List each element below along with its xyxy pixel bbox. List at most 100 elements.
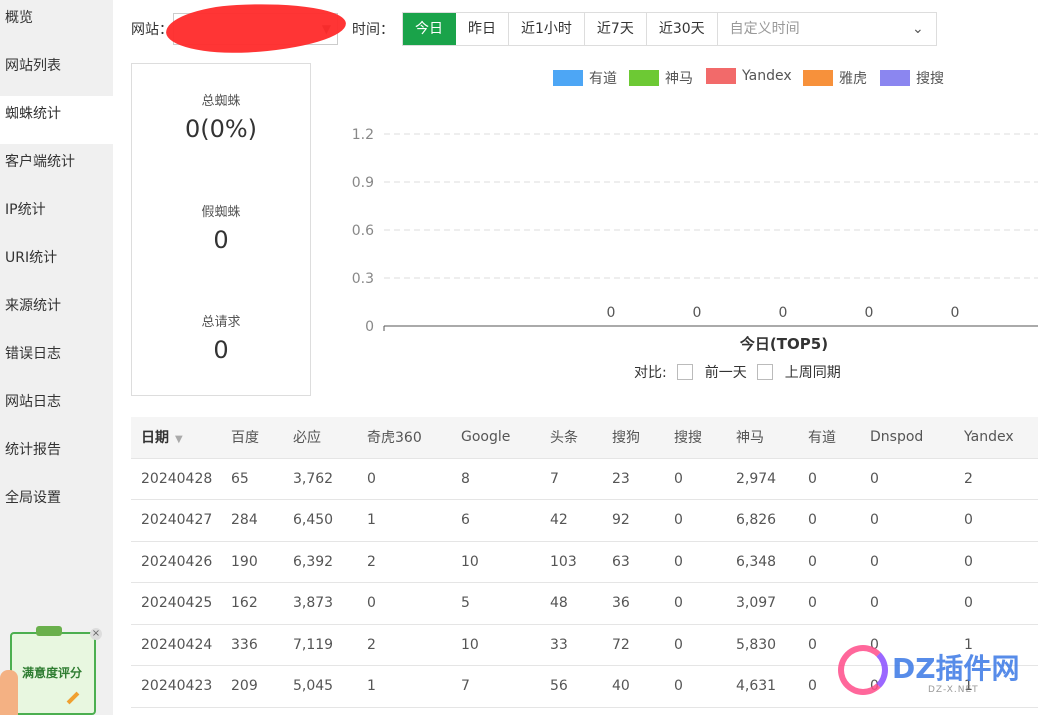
count-cell: 0 xyxy=(798,541,860,583)
count-cell: 190 xyxy=(221,541,283,583)
table-header-row: 日期 ▼ 百度 必应 奇虎360 Google 头条 搜狗 搜搜 神马 有道 Dn… xyxy=(131,417,1038,459)
x-axis-label: 今日(TOP5) xyxy=(739,335,828,353)
sidebar-item-uri-stats[interactable]: URI统计 xyxy=(0,240,113,288)
count-cell: 72 xyxy=(602,624,664,666)
count-cell: 2 xyxy=(954,458,1038,500)
sidebar-item-site-list[interactable]: 网站列表 xyxy=(0,48,113,96)
count-cell: 0 xyxy=(357,582,451,625)
compare-label: 对比: xyxy=(634,365,667,381)
count-cell: 0 xyxy=(860,582,954,625)
count-cell: 3,097 xyxy=(726,582,798,625)
count-cell: 103 xyxy=(540,541,602,583)
compare-prev-day-label: 前一天 xyxy=(704,365,747,381)
total-spider-value: 0(0%) xyxy=(184,115,258,143)
compare-last-week-checkbox[interactable] xyxy=(756,364,773,380)
total-request-block: 总请求 0 xyxy=(132,311,310,364)
time-label: 时间： xyxy=(352,22,394,38)
column-header[interactable]: Dnspod xyxy=(860,417,954,459)
column-header[interactable]: Google xyxy=(451,417,540,459)
column-header[interactable]: Yandex xyxy=(954,417,1038,459)
column-header[interactable]: 奇虎360 xyxy=(357,417,451,459)
count-cell: 0 xyxy=(798,499,860,542)
sidebar-item-global-settings[interactable]: 全局设置 xyxy=(0,480,113,528)
count-cell: 6 xyxy=(451,499,540,542)
column-header[interactable]: 必应 xyxy=(283,417,357,459)
compare-prev-day-checkbox[interactable] xyxy=(676,364,693,380)
date-cell: 20240424 xyxy=(131,624,221,666)
count-cell: 5,830 xyxy=(726,624,798,666)
table-row: 20240428 65 3,762 0 8 7 23 0 2,974 0 0 2 xyxy=(131,458,1038,500)
date-cell: 20240427 xyxy=(131,499,221,542)
sidebar-item-source-stats[interactable]: 来源统计 xyxy=(0,288,113,336)
count-cell: 0 xyxy=(664,582,726,625)
watermark: DZ插件网 DZ-X.NET xyxy=(838,645,1038,705)
column-header[interactable]: 神马 xyxy=(726,417,798,459)
count-cell: 10 xyxy=(451,541,540,583)
sidebar-item-site-log[interactable]: 网站日志 xyxy=(0,384,113,432)
watermark-sub: DZ-X.NET xyxy=(928,685,979,695)
date-cell: 20240428 xyxy=(131,458,221,500)
y-tick-label: 0.6 xyxy=(352,223,374,239)
sidebar-item-overview[interactable]: 概览 xyxy=(0,0,113,48)
column-header[interactable]: 百度 xyxy=(221,417,283,459)
count-cell: 0 xyxy=(664,665,726,708)
count-cell: 1 xyxy=(357,665,451,708)
count-cell: 10 xyxy=(451,624,540,666)
column-header[interactable]: 有道 xyxy=(798,417,860,459)
sidebar-item-report[interactable]: 统计报告 xyxy=(0,432,113,480)
count-cell: 65 xyxy=(221,458,283,500)
y-tick-label: 0.3 xyxy=(352,271,374,287)
date-cell: 20240425 xyxy=(131,582,221,625)
sidebar: 概览 网站列表 蜘蛛统计 客户端统计 IP统计 URI统计 来源统计 错误日志 … xyxy=(0,0,113,715)
count-cell: 0 xyxy=(860,458,954,500)
count-cell: 0 xyxy=(664,499,726,542)
count-cell: 3,762 xyxy=(283,458,357,500)
chart-plot: 0 0.3 0.6 0.9 1.2 0 0 0 0 0 今日(TOP5) xyxy=(352,127,1038,353)
count-cell: 8 xyxy=(451,458,540,500)
sort-desc-icon[interactable]: ▼ xyxy=(175,434,183,445)
count-cell: 0 xyxy=(954,541,1038,583)
redaction-mark xyxy=(164,0,348,57)
count-cell: 56 xyxy=(540,665,602,708)
clipboard-clip-icon xyxy=(36,626,62,636)
count-cell: 42 xyxy=(540,499,602,542)
column-header-date[interactable]: 日期 ▼ xyxy=(131,417,221,459)
close-icon[interactable]: × xyxy=(90,628,102,640)
time-today-button[interactable]: 今日 xyxy=(403,13,456,45)
compare-last-week-label: 上周同期 xyxy=(784,365,841,381)
time-30days-button[interactable]: 近30天 xyxy=(646,13,718,45)
count-cell: 7 xyxy=(451,665,540,708)
count-cell: 1 xyxy=(357,499,451,542)
custom-time-select[interactable]: 自定义时间 ⌄ xyxy=(718,13,936,45)
sidebar-item-ip-stats[interactable]: IP统计 xyxy=(0,192,113,240)
count-cell: 0 xyxy=(860,499,954,542)
count-cell: 6,450 xyxy=(283,499,357,542)
bar-value-label: 0 xyxy=(865,305,874,321)
sidebar-item-spider-stats[interactable]: 蜘蛛统计 xyxy=(0,96,113,144)
count-cell: 0 xyxy=(357,458,451,500)
fake-spider-label: 假蜘蛛 xyxy=(201,205,241,220)
sidebar-item-client-stats[interactable]: 客户端统计 xyxy=(0,144,113,192)
count-cell: 23 xyxy=(602,458,664,500)
time-last-hour-button[interactable]: 近1小时 xyxy=(509,13,585,45)
compare-options: 对比: 前一天 上周同期 xyxy=(634,362,841,382)
column-header[interactable]: 搜搜 xyxy=(664,417,726,459)
y-tick-label: 1.2 xyxy=(352,127,374,143)
custom-time-placeholder: 自定义时间 xyxy=(729,21,800,37)
count-cell: 209 xyxy=(221,665,283,708)
satisfaction-widget[interactable]: 满意度评分 × xyxy=(0,626,102,715)
person-icon xyxy=(0,670,18,715)
dz-logo-icon xyxy=(838,645,888,695)
column-header[interactable]: 搜狗 xyxy=(602,417,664,459)
count-cell: 7 xyxy=(540,458,602,500)
time-yesterday-button[interactable]: 昨日 xyxy=(456,13,509,45)
count-cell: 63 xyxy=(602,541,664,583)
bar-value-label: 0 xyxy=(779,305,788,321)
table-row: 20240425 162 3,873 0 5 48 36 0 3,097 0 0 0 xyxy=(131,582,1038,625)
time-7days-button[interactable]: 近7天 xyxy=(584,13,647,45)
column-header[interactable]: 头条 xyxy=(540,417,602,459)
count-cell: 0 xyxy=(860,541,954,583)
count-cell: 5 xyxy=(451,582,540,625)
sidebar-item-error-log[interactable]: 错误日志 xyxy=(0,336,113,384)
count-cell: 0 xyxy=(798,458,860,500)
